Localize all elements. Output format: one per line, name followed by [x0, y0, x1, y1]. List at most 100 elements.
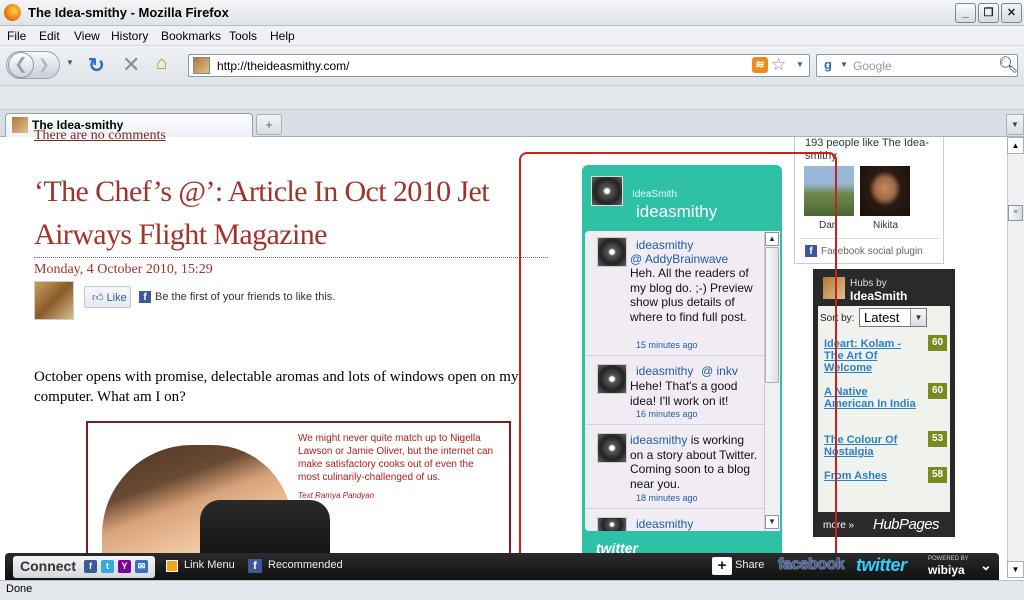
- messenger-icon[interactable]: ✉: [135, 560, 148, 573]
- hub-link[interactable]: From Ashes: [824, 470, 916, 482]
- recommended-button[interactable]: Recommended: [268, 559, 343, 571]
- tweet-mention[interactable]: @ inkv: [701, 364, 738, 378]
- yahoo-icon[interactable]: Y: [118, 560, 131, 573]
- home-icon[interactable]: ⌂: [156, 53, 167, 75]
- twitter-handle[interactable]: ideasmithy: [636, 202, 717, 222]
- sort-by-label: Sort by:: [820, 313, 855, 324]
- collapse-toolbar-icon[interactable]: ⌄: [980, 557, 992, 574]
- tweet-user[interactable]: ideasmithy: [636, 364, 693, 378]
- facebook-icon[interactable]: f: [248, 559, 262, 573]
- tweet-text: Hehe! That's a good idea! I'll work on i…: [630, 379, 738, 408]
- post-title[interactable]: ‘The Chef’s @’: Article In Oct 2010 Jet …: [34, 170, 554, 256]
- facebook-wordmark[interactable]: facebook: [778, 556, 845, 574]
- tweet-scroll-down-icon[interactable]: ▼: [765, 515, 779, 529]
- hub-link[interactable]: A Native American In India: [824, 386, 916, 410]
- back-arrow-icon[interactable]: ❮: [8, 52, 34, 78]
- tweet-avatar[interactable]: [597, 237, 627, 267]
- connect-label[interactable]: Connect: [20, 558, 76, 574]
- share-button[interactable]: Share: [735, 559, 764, 571]
- facebook-icon[interactable]: f: [84, 560, 97, 573]
- hub-author-avatar: [823, 277, 845, 299]
- menu-tools[interactable]: Tools: [229, 29, 257, 43]
- hub-link[interactable]: Ideart: Kolam - The Art Of Welcome: [824, 338, 916, 374]
- hub-score-badge: 58: [928, 467, 947, 483]
- fb-fan-photo[interactable]: [804, 166, 854, 216]
- tweet-time[interactable]: 18 minutes ago: [636, 493, 698, 503]
- window-title: The Idea-smithy - Mozilla Firefox: [28, 5, 229, 20]
- new-tab-button[interactable]: +: [256, 114, 282, 135]
- tweet-scroll-thumb[interactable]: [765, 247, 779, 383]
- facebook-icon: f: [805, 245, 817, 257]
- scroll-thumb[interactable]: ≡: [1008, 205, 1023, 221]
- image-credit-text: Text Ramya Pandyan: [298, 491, 375, 500]
- hub-score-badge: 60: [928, 383, 947, 399]
- forward-arrow-icon[interactable]: ❯: [38, 56, 50, 73]
- tweet-text: Heh. All the readers of my blog do. ;-) …: [630, 266, 753, 324]
- url-dropdown-icon[interactable]: ▼: [796, 60, 804, 69]
- tab-favicon-icon: [12, 117, 28, 133]
- menu-view[interactable]: View: [74, 29, 100, 43]
- menu-help[interactable]: Help: [270, 29, 295, 43]
- tab-list-icon[interactable]: ▼: [1006, 114, 1024, 135]
- chef-apron: [200, 500, 330, 560]
- tweet-user[interactable]: ideasmithy: [636, 238, 693, 252]
- page-scrollbar[interactable]: [1007, 137, 1024, 578]
- link-menu-icon[interactable]: [166, 560, 178, 572]
- menu-history[interactable]: History: [111, 29, 148, 43]
- scroll-up-icon[interactable]: ▲: [1007, 137, 1024, 154]
- tweet-avatar[interactable]: [597, 364, 627, 394]
- search-icon[interactable]: 🔍︎: [998, 55, 1018, 75]
- fb-divider: [800, 238, 940, 239]
- tweet-avatar[interactable]: [597, 433, 627, 463]
- google-engine-icon[interactable]: g: [820, 57, 836, 73]
- twitter-icon[interactable]: t: [101, 560, 114, 573]
- fb-plugin-label[interactable]: Facebook social plugin: [821, 246, 923, 257]
- stop-icon[interactable]: ✕: [122, 52, 140, 78]
- twitter-display-name: IdeaSmith: [632, 189, 678, 200]
- hub-link[interactable]: The Colour Of Nostalgia: [824, 434, 916, 458]
- wibiya-logo[interactable]: wibiya: [928, 563, 965, 577]
- status-bar: [0, 580, 1024, 600]
- tweet-scroll-up-icon[interactable]: ▲: [765, 232, 779, 246]
- hub-author-name[interactable]: IdeaSmith: [850, 289, 907, 303]
- share-icon[interactable]: +: [712, 557, 732, 575]
- tweet-user[interactable]: ideasmithy: [636, 517, 693, 531]
- reload-icon[interactable]: ↻: [88, 53, 105, 78]
- tweet-time[interactable]: 16 minutes ago: [636, 409, 698, 419]
- restore-button[interactable]: ❐: [978, 3, 999, 23]
- chevron-down-icon[interactable]: ▼: [910, 309, 926, 326]
- firefox-logo-icon: [4, 4, 21, 21]
- menu-edit[interactable]: Edit: [39, 29, 60, 43]
- fb-fan-name[interactable]: Dan: [819, 220, 837, 231]
- history-dropdown-icon[interactable]: ▼: [66, 58, 74, 67]
- tweet-time[interactable]: 15 minutes ago: [636, 340, 698, 350]
- rss-feed-icon[interactable]: ≋: [752, 57, 768, 73]
- url-text[interactable]: http://theideasmithy.com/: [217, 59, 350, 73]
- hub-more-link[interactable]: more »: [823, 520, 854, 531]
- facebook-like-button[interactable]: 👍︎ Like: [84, 286, 131, 308]
- fb-fan-name[interactable]: Nikita: [873, 220, 898, 231]
- twitter-avatar[interactable]: [591, 176, 623, 206]
- powered-by-label: POWERED BY: [928, 556, 969, 562]
- menu-bar: [0, 26, 1024, 46]
- twitter-wordmark[interactable]: twitter: [856, 555, 907, 576]
- close-button[interactable]: ✕: [1001, 3, 1022, 23]
- comments-link[interactable]: There are no comments: [34, 128, 166, 144]
- tweet-avatar[interactable]: [597, 517, 627, 531]
- search-input[interactable]: Google: [853, 59, 892, 73]
- hubs-by-label: Hubs by: [850, 278, 887, 289]
- tweet-mention[interactable]: @ AddyBrainwave: [630, 252, 728, 266]
- tweet-text-block: ideasmithy is working on a story about T…: [630, 433, 758, 491]
- menu-file[interactable]: File: [7, 29, 26, 43]
- minimize-button[interactable]: _: [955, 3, 976, 23]
- title-divider: [34, 257, 548, 258]
- menu-bookmarks[interactable]: Bookmarks: [161, 29, 221, 43]
- like-prompt-text: Be the first of your friends to like thi…: [155, 291, 336, 303]
- bookmark-star-icon[interactable]: ☆: [771, 55, 786, 75]
- hubpages-logo[interactable]: HubPages: [873, 516, 940, 533]
- link-menu-button[interactable]: Link Menu: [184, 559, 235, 571]
- search-engine-dropdown-icon[interactable]: ▼: [840, 60, 848, 69]
- scroll-down-icon[interactable]: ▼: [1007, 561, 1024, 578]
- tweet-user[interactable]: ideasmithy: [630, 433, 687, 447]
- fb-fan-photo[interactable]: [860, 166, 910, 216]
